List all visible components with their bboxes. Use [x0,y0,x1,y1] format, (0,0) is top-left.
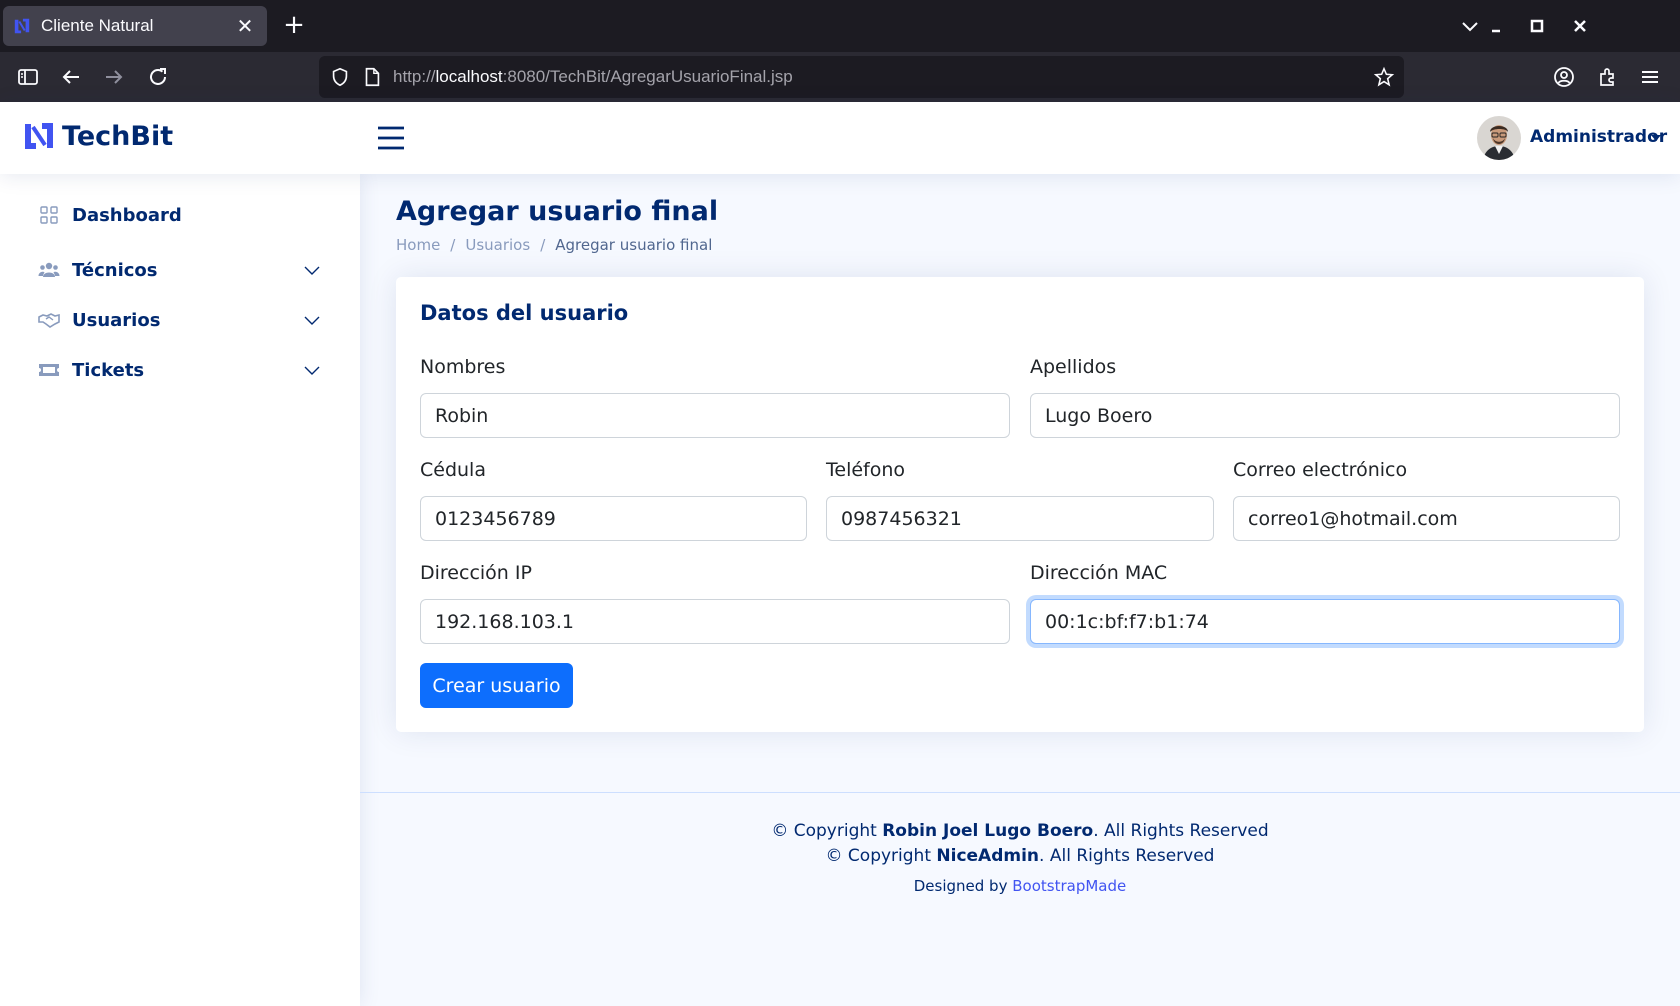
browser-tab[interactable]: Cliente Natural ✕ [3,6,267,46]
correo-input[interactable] [1233,496,1620,541]
back-icon[interactable] [59,65,83,89]
telefono-label: Teléfono [826,459,906,481]
app-header: TechBit Administrador [0,102,1680,174]
url-text: http://localhost:8080/TechBit/AgregarUsu… [393,67,793,86]
card-title: Datos del usuario [420,301,629,325]
page-title-block: Agregar usuario final [396,196,718,227]
close-tab-icon[interactable]: ✕ [233,14,257,38]
list-tabs-icon[interactable] [1458,14,1482,38]
techbit-logo-icon [25,123,53,149]
maximize-window-icon[interactable] [1525,14,1549,38]
sidebar-item-label: Dashboard [72,204,182,226]
sidebar-item-usuarios[interactable]: Usuarios [38,300,322,340]
page-title: Agregar usuario final [396,196,719,227]
copyright-template: © Copyright NiceAdmin. All Rights Reserv… [825,846,1215,866]
caret-down-icon[interactable] [1651,135,1661,141]
footer: © Copyright Robin Joel Lugo Boero. All R… [360,792,1680,1006]
logo-text: TechBit [62,120,174,152]
page-info-icon[interactable] [361,66,383,88]
apellidos-input[interactable] [1030,393,1620,438]
menu-icon[interactable] [1638,65,1662,89]
copyright-author: © Copyright Robin Joel Lugo Boero. All R… [771,821,1269,841]
breadcrumb-home[interactable]: Home [396,236,440,254]
forward-icon[interactable] [102,65,126,89]
avatar-image [1477,116,1521,160]
crear-usuario-button[interactable]: Crear usuario [420,663,573,708]
handshake-icon [38,313,60,328]
grid-icon [40,206,58,224]
people-icon [38,262,60,277]
hamburger-menu-icon[interactable] [376,124,406,152]
breadcrumb-usuarios[interactable]: Usuarios [465,236,530,254]
profile-name[interactable]: Administrador [1530,127,1667,147]
breadcrumb-separator: / [540,236,546,254]
apellidos-label: Apellidos [1030,356,1117,378]
techbit-favicon-icon [14,18,30,34]
credits: Designed by BootstrapMade [913,877,1127,895]
breadcrumb: Home / Usuarios / Agregar usuario final [396,236,712,254]
sidebar: Dashboard Técnicos Usuarios Tickets [0,174,360,1006]
chevron-down-icon[interactable] [302,310,322,330]
ip-input[interactable] [420,599,1010,644]
cedula-label: Cédula [420,459,486,481]
logo[interactable]: TechBit [24,120,173,152]
mac-input[interactable] [1030,599,1620,644]
browser-tab-bar: Cliente Natural ✕ + [0,0,1680,52]
mac-label: Dirección MAC [1030,562,1168,584]
breadcrumb-current: Agregar usuario final [555,236,713,254]
user-form-card: Datos del usuario Nombres Apellidos Cédu… [396,277,1644,732]
sidebar-item-label: Tickets [72,359,145,381]
avatar[interactable] [1477,116,1521,160]
correo-label: Correo electrónico [1233,459,1408,481]
reload-icon[interactable] [146,65,170,89]
ticket-icon [39,364,59,376]
chevron-down-icon[interactable] [302,360,322,380]
tab-title: Cliente Natural [41,16,154,35]
minimize-window-icon[interactable] [1484,14,1508,38]
sidebar-item-dashboard[interactable]: Dashboard [38,195,322,235]
cedula-input[interactable] [420,496,807,541]
sidebar-item-label: Técnicos [72,259,158,281]
sidebar-item-tecnicos[interactable]: Técnicos [38,250,322,290]
ip-label: Dirección IP [420,562,532,584]
nombres-input[interactable] [420,393,1010,438]
bootstrapmade-link[interactable]: BootstrapMade [1012,877,1126,895]
chevron-down-icon[interactable] [302,260,322,280]
extensions-icon[interactable] [1596,65,1620,89]
sidebar-item-label: Usuarios [72,309,161,331]
shield-icon[interactable] [329,66,351,88]
telefono-input[interactable] [826,496,1214,541]
sidebar-toggle-icon[interactable] [16,65,40,89]
browser-toolbar: http://localhost:8080/TechBit/AgregarUsu… [0,52,1680,102]
nombres-label: Nombres [420,356,506,378]
sidebar-item-tickets[interactable]: Tickets [38,350,322,390]
close-window-icon[interactable] [1568,14,1592,38]
account-icon[interactable] [1552,65,1576,89]
breadcrumb-separator: / [450,236,456,254]
bookmark-star-icon[interactable] [1373,66,1395,88]
new-tab-icon[interactable]: + [280,12,308,40]
address-bar[interactable]: http://localhost:8080/TechBit/AgregarUsu… [319,56,1404,98]
